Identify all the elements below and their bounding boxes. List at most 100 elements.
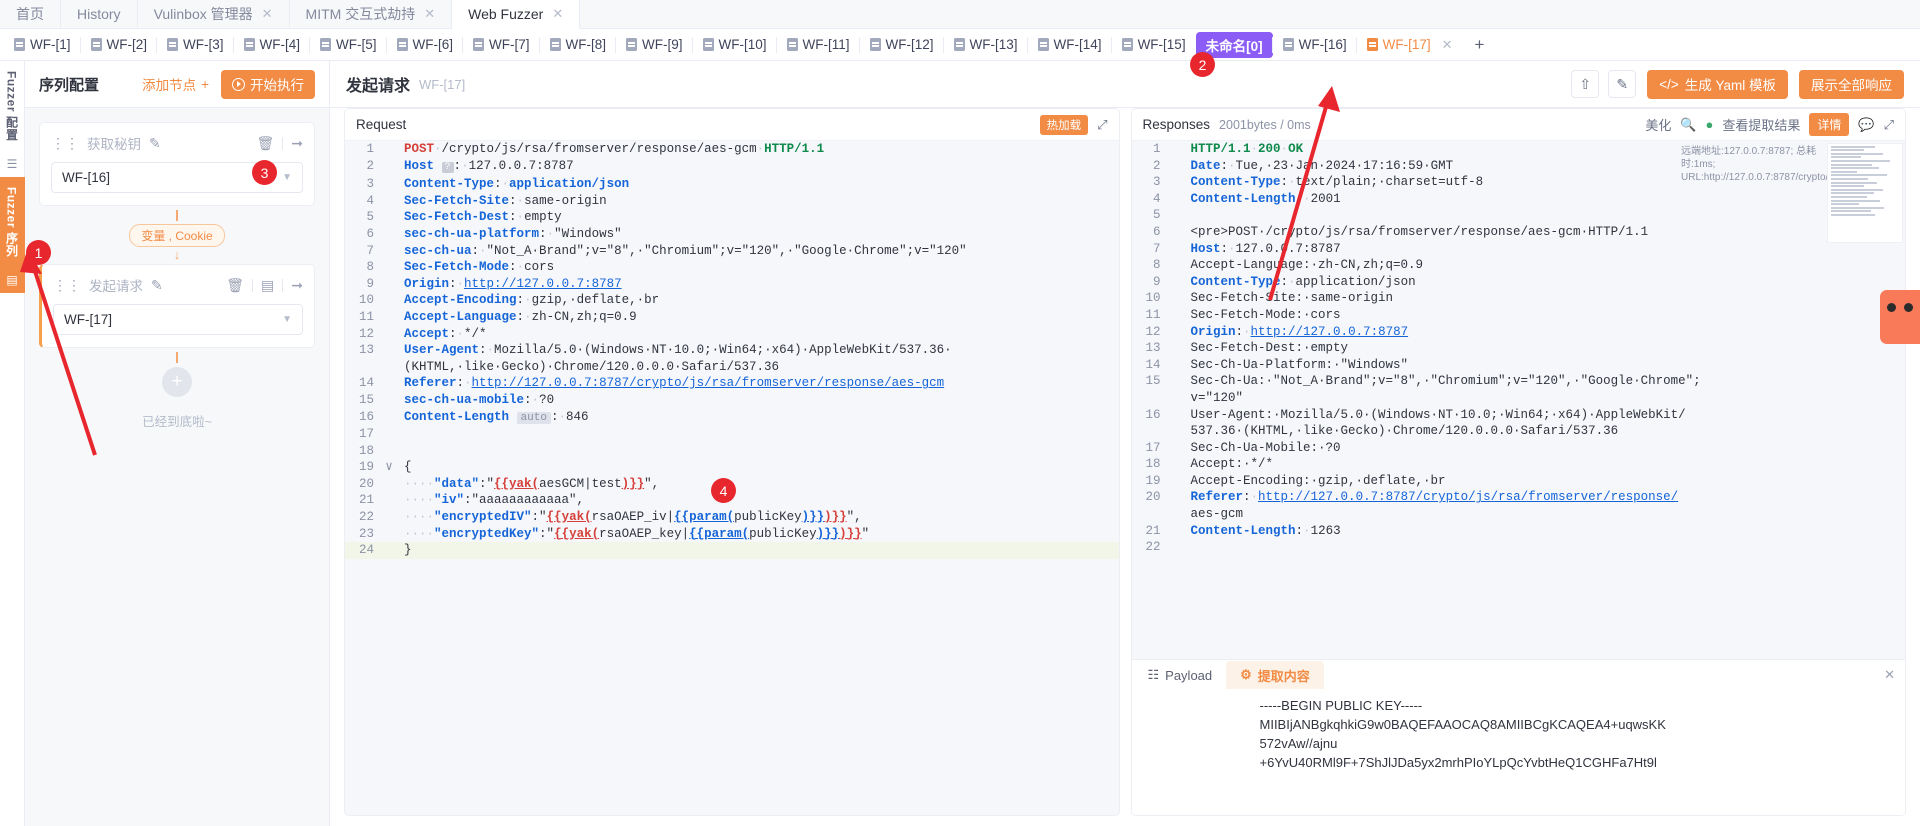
fold-icon[interactable] bbox=[1170, 340, 1182, 357]
edit-icon[interactable]: ✎ bbox=[1608, 70, 1637, 98]
run-node-icon[interactable]: ➞ bbox=[291, 135, 303, 152]
fold-icon[interactable] bbox=[1170, 456, 1182, 473]
response-viewer[interactable]: 远端地址:127.0.0.7:8787; 总耗时:1ms; URL:http:/… bbox=[1131, 141, 1905, 659]
drag-handle-icon[interactable]: ⋮⋮ bbox=[53, 277, 81, 294]
fold-icon[interactable] bbox=[383, 158, 395, 177]
window-tab-2[interactable]: Vulinbox 管理器 ✕ bbox=[138, 0, 290, 28]
fold-icon[interactable] bbox=[1170, 523, 1182, 540]
fuzzer-tab-WF-9[interactable]: WF-[9] bbox=[615, 32, 693, 58]
fold-icon[interactable] bbox=[383, 359, 395, 376]
close-icon[interactable]: ✕ bbox=[1442, 37, 1453, 53]
rail-item-fuzzer-config[interactable]: Fuzzer 配置 bbox=[0, 61, 25, 151]
generate-yaml-button[interactable]: </> 生成 Yaml 模板 bbox=[1647, 69, 1788, 99]
sliders-icon[interactable]: ☰ bbox=[7, 151, 18, 177]
add-node-circle-button[interactable]: + bbox=[162, 367, 192, 397]
window-tab-1[interactable]: History bbox=[61, 0, 138, 28]
fold-icon[interactable] bbox=[383, 276, 395, 293]
close-icon[interactable]: ✕ bbox=[424, 6, 435, 22]
fold-icon[interactable] bbox=[383, 309, 395, 326]
fold-icon[interactable] bbox=[383, 226, 395, 243]
fuzzer-tab-WF-5[interactable]: WF-[5] bbox=[309, 32, 387, 58]
close-icon[interactable]: ✕ bbox=[552, 6, 563, 22]
add-fuzzer-tab-button[interactable]: + bbox=[1463, 35, 1497, 55]
fuzzer-tab-WF-2[interactable]: WF-[2] bbox=[79, 32, 158, 58]
run-node-icon[interactable]: ➞ bbox=[291, 277, 303, 294]
edit-icon[interactable]: ✎ bbox=[149, 135, 161, 152]
hot-reload-button[interactable]: 热加载 bbox=[1039, 114, 1089, 135]
fold-icon[interactable] bbox=[383, 176, 395, 193]
fold-icon[interactable] bbox=[1170, 390, 1182, 407]
fuzzer-tab-WF-10[interactable]: WF-[10] bbox=[691, 32, 777, 58]
fold-icon[interactable] bbox=[383, 426, 395, 443]
fold-icon[interactable] bbox=[1170, 307, 1182, 324]
fold-icon[interactable] bbox=[1170, 423, 1182, 440]
fold-icon[interactable] bbox=[1170, 158, 1182, 175]
edit-icon[interactable]: ✎ bbox=[151, 277, 163, 294]
fold-icon[interactable] bbox=[383, 243, 395, 260]
fold-icon[interactable] bbox=[1170, 207, 1182, 224]
fold-icon[interactable] bbox=[383, 509, 395, 526]
fuzzer-tab-WF-12[interactable]: WF-[12] bbox=[858, 32, 944, 58]
fuzzer-tab-WF-11[interactable]: WF-[11] bbox=[775, 32, 860, 58]
fold-icon[interactable] bbox=[1170, 257, 1182, 274]
fold-icon[interactable] bbox=[1170, 473, 1182, 490]
fold-icon[interactable] bbox=[1170, 174, 1182, 191]
fold-icon[interactable] bbox=[383, 193, 395, 210]
drag-handle-icon[interactable]: ⋮⋮ bbox=[51, 135, 79, 152]
fold-icon[interactable] bbox=[1170, 141, 1182, 158]
fold-icon[interactable] bbox=[1170, 539, 1182, 556]
fuzzer-tab-WF-7[interactable]: WF-[7] bbox=[462, 32, 540, 58]
fold-icon[interactable] bbox=[383, 526, 395, 543]
fold-icon[interactable] bbox=[1170, 241, 1182, 258]
fuzzer-tab-WF-15[interactable]: WF-[15] bbox=[1110, 32, 1196, 58]
fold-icon[interactable] bbox=[1170, 224, 1182, 241]
fold-icon[interactable] bbox=[383, 492, 395, 509]
fold-icon[interactable] bbox=[383, 141, 395, 158]
window-tab-0[interactable]: 首页 bbox=[0, 0, 61, 28]
fuzzer-tab-WF-8[interactable]: WF-[8] bbox=[538, 32, 617, 58]
tab-extract-content[interactable]: ⚙ 提取内容 bbox=[1226, 661, 1324, 689]
fold-icon[interactable] bbox=[383, 259, 395, 276]
fold-icon[interactable] bbox=[383, 409, 395, 427]
fold-icon[interactable] bbox=[1170, 324, 1182, 341]
fold-icon[interactable] bbox=[1170, 489, 1182, 506]
toggle-icon[interactable]: ▤ bbox=[261, 277, 274, 294]
fold-icon[interactable] bbox=[383, 542, 395, 559]
fold-icon[interactable] bbox=[1170, 191, 1182, 208]
fold-icon[interactable] bbox=[383, 326, 395, 343]
fuzzer-tab-WF-6[interactable]: WF-[6] bbox=[385, 32, 464, 58]
tab-payload[interactable]: ☷ Payload bbox=[1134, 661, 1227, 689]
fuzzer-tab-WF-1[interactable]: WF-[1] bbox=[4, 32, 81, 58]
share-icon[interactable]: ⇧ bbox=[1571, 70, 1600, 98]
fuzzer-tab-WF-3[interactable]: WF-[3] bbox=[156, 32, 234, 58]
fuzzer-tab-WF-16[interactable]: WF-[16] bbox=[1271, 32, 1357, 58]
show-all-responses-button[interactable]: 展示全部响应 bbox=[1799, 69, 1904, 99]
sequence-node-2[interactable]: ⋮⋮ 发起请求 ✎ 🗑 ▤ ➞ WF-[17] ▼ bbox=[39, 264, 315, 348]
beautify-button[interactable]: 美化 bbox=[1645, 115, 1671, 134]
view-extract-result-button[interactable]: 查看提取结果 bbox=[1722, 115, 1800, 134]
add-node-button[interactable]: 添加节点 + bbox=[142, 74, 209, 94]
fuzzer-tab-WF-14[interactable]: WF-[14] bbox=[1026, 32, 1112, 58]
fold-icon[interactable] bbox=[383, 342, 395, 359]
fold-icon[interactable] bbox=[383, 375, 395, 392]
rail-item-fuzzer-sequence[interactable]: Fuzzer 序列 bbox=[0, 176, 25, 267]
fold-icon[interactable] bbox=[1170, 357, 1182, 374]
fold-icon[interactable] bbox=[383, 292, 395, 309]
database-icon[interactable]: ▤ bbox=[0, 266, 25, 293]
fold-icon[interactable] bbox=[383, 443, 395, 460]
fold-icon[interactable] bbox=[383, 209, 395, 226]
node-select-2[interactable]: WF-[17] ▼ bbox=[53, 304, 303, 335]
fold-icon[interactable] bbox=[383, 476, 395, 493]
fold-icon[interactable] bbox=[1170, 290, 1182, 307]
expand-icon[interactable]: ⤢ bbox=[1884, 117, 1894, 133]
expand-icon[interactable]: ⤢ bbox=[1097, 117, 1107, 133]
detail-button[interactable]: 详情 bbox=[1809, 113, 1850, 136]
fold-icon[interactable] bbox=[1170, 274, 1182, 291]
delete-icon[interactable]: 🗑 bbox=[226, 277, 244, 294]
close-icon[interactable]: ✕ bbox=[262, 6, 273, 22]
window-tab-4[interactable]: Web Fuzzer ✕ bbox=[452, 0, 581, 29]
delete-icon[interactable]: 🗑 bbox=[256, 135, 274, 152]
close-icon[interactable]: ✕ bbox=[1884, 667, 1905, 683]
request-editor[interactable]: 1 POST·/crypto/js/rsa/fromserver/response… bbox=[345, 141, 1119, 815]
search-icon[interactable]: 🔍 bbox=[1680, 117, 1696, 133]
